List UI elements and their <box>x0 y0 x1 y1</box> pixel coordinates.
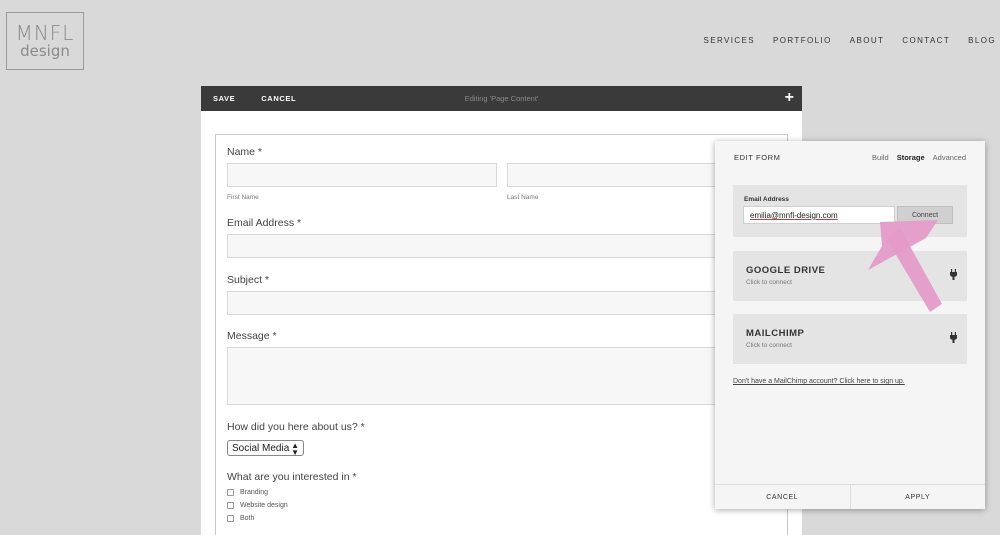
how-select-value: Social Media <box>232 442 290 454</box>
nav-link-contact[interactable]: CONTACT <box>902 36 950 45</box>
interest-option-label: Both <box>240 515 255 522</box>
connect-button[interactable]: Connect <box>897 206 953 224</box>
interest-option-both[interactable]: Both <box>227 515 254 522</box>
interest-option-website[interactable]: Website design <box>227 502 288 509</box>
nav-link-about[interactable]: ABOUT <box>850 36 885 45</box>
message-label: Message * <box>227 330 277 342</box>
how-select[interactable]: Social Media ▲ ▼ <box>227 440 304 457</box>
logo[interactable]: MNFL design <box>6 12 84 70</box>
save-button[interactable]: SAVE <box>213 94 235 103</box>
subject-input[interactable] <box>227 291 777 315</box>
first-name-label: First Name <box>227 194 259 201</box>
email-storage-card: Email Address emilia@mnfl-design.com Con… <box>733 185 967 237</box>
panel-tabs: Build Storage Advanced <box>872 153 966 162</box>
mailchimp-card[interactable]: MAILCHIMP Click to connect <box>733 314 967 364</box>
subject-label: Subject * <box>227 274 270 286</box>
service-name: GOOGLE DRIVE <box>746 265 826 276</box>
cancel-button[interactable]: CANCEL <box>261 94 296 103</box>
mailchimp-signup-link[interactable]: Don't have a MailChimp account? Click he… <box>733 378 905 385</box>
name-label: Name * <box>227 146 263 158</box>
panel-header: EDIT FORM Build Storage Advanced <box>734 153 966 162</box>
panel-footer: CANCEL APPLY <box>715 484 985 509</box>
nav-link-services[interactable]: SERVICES <box>704 36 756 45</box>
checkbox[interactable] <box>227 502 234 509</box>
top-navigation: SERVICES PORTFOLIO ABOUT CONTACT BLOG <box>704 36 996 45</box>
last-name-label: Last Name <box>507 194 539 201</box>
email-label: Email Address * <box>227 217 302 229</box>
panel-apply-button[interactable]: APPLY <box>851 485 986 509</box>
tab-advanced[interactable]: Advanced <box>933 153 966 162</box>
form-block[interactable]: Name * First Name Last Name Email Addres… <box>215 134 788 535</box>
interest-option-label: Branding <box>240 489 269 496</box>
google-drive-card[interactable]: GOOGLE DRIVE Click to connect <box>733 251 967 301</box>
tab-storage[interactable]: Storage <box>897 153 925 162</box>
nav-link-blog[interactable]: BLOG <box>968 36 996 45</box>
interest-option-label: Website design <box>240 502 288 509</box>
service-subtitle: Click to connect <box>746 342 792 349</box>
email-input[interactable] <box>227 234 777 258</box>
checkbox[interactable] <box>227 489 234 496</box>
tab-build[interactable]: Build <box>872 153 889 162</box>
select-arrows-icon: ▲ ▼ <box>291 441 299 457</box>
logo-text-top: MNFL <box>15 21 75 45</box>
how-label: How did you here about us? * <box>227 421 365 433</box>
service-subtitle: Click to connect <box>746 279 792 286</box>
panel-title: EDIT FORM <box>734 153 781 162</box>
page-editor: SAVE CANCEL Editing 'Page Content' + Nam… <box>201 86 802 535</box>
add-block-icon[interactable]: + <box>785 89 794 107</box>
nav-link-portfolio[interactable]: PORTFOLIO <box>773 36 832 45</box>
checkbox[interactable] <box>227 515 234 522</box>
panel-cancel-button[interactable]: CANCEL <box>715 485 851 509</box>
interest-option-branding[interactable]: Branding <box>227 489 268 496</box>
storage-email-input[interactable]: emilia@mnfl-design.com <box>743 206 895 224</box>
editor-toolbar: SAVE CANCEL Editing 'Page Content' + <box>201 86 802 111</box>
message-textarea[interactable] <box>227 347 777 405</box>
plug-icon <box>950 269 957 282</box>
logo-text-bottom: design <box>20 42 70 60</box>
edit-form-panel: EDIT FORM Build Storage Advanced Email A… <box>715 141 985 509</box>
plug-icon <box>950 332 957 345</box>
storage-email-label: Email Address <box>744 196 789 203</box>
first-name-input[interactable] <box>227 163 497 187</box>
service-name: MAILCHIMP <box>746 328 805 339</box>
interest-label: What are you interested in * <box>227 471 357 483</box>
